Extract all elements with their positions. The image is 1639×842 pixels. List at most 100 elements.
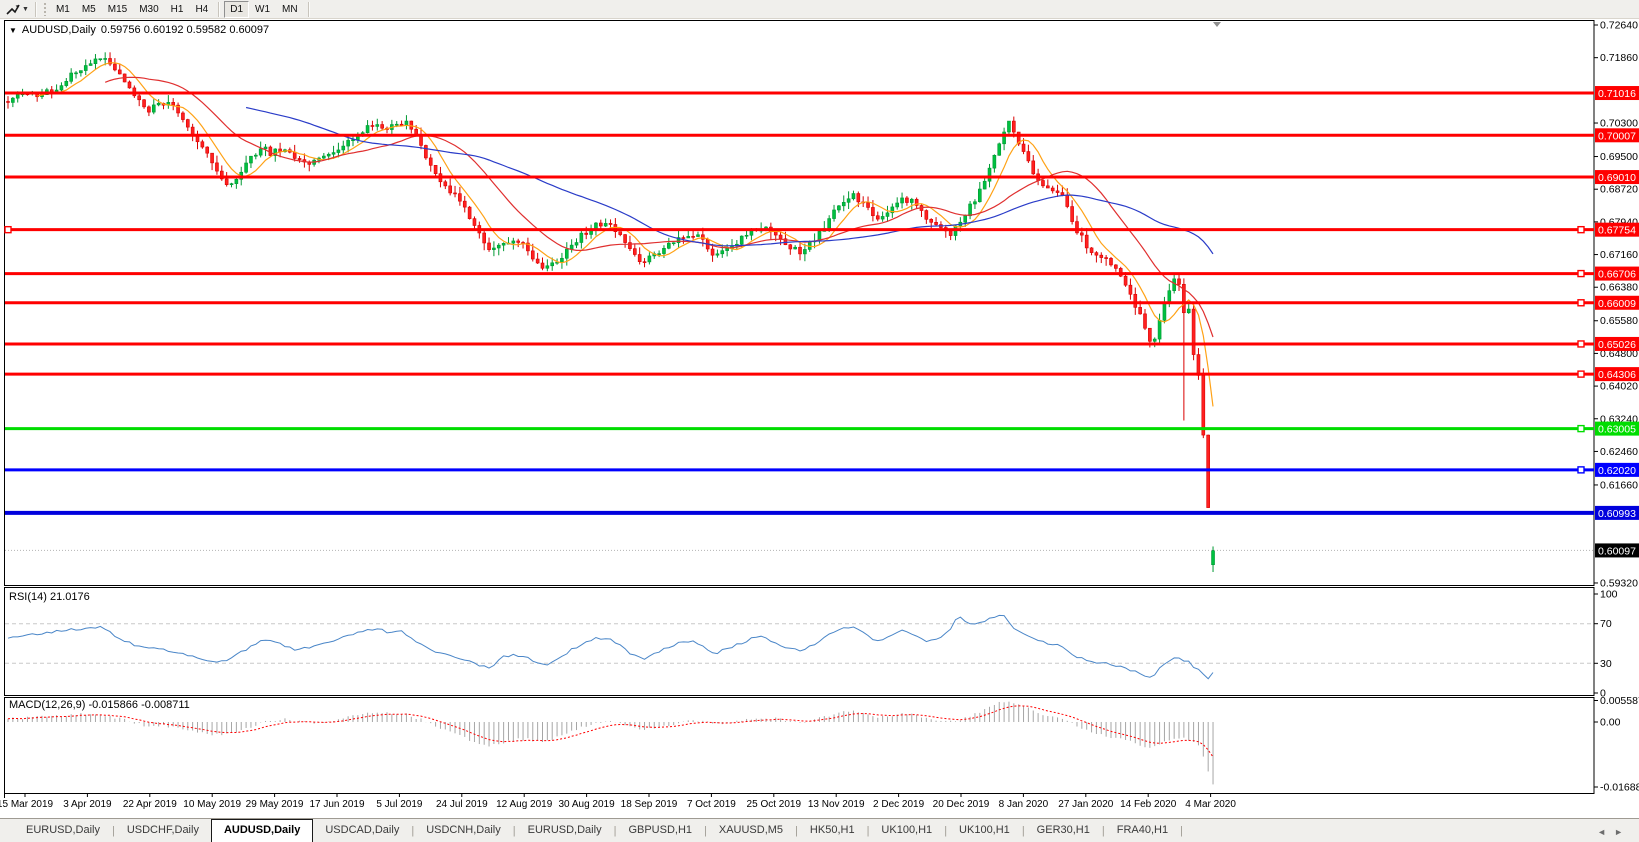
macd-panel[interactable] <box>5 698 1595 794</box>
price-tick-label: 0.71860 <box>1600 52 1638 64</box>
toolbar-separator <box>35 2 37 17</box>
chart-tool-icon[interactable] <box>4 2 22 17</box>
chart-tab-usdcnh-daily[interactable]: USDCNH,Daily <box>414 820 513 842</box>
chart-tab-fra40-h1[interactable]: FRA40,H1 <box>1105 820 1180 842</box>
chart-title: ▼ AUDUSD,Daily 0.59756 0.60192 0.59582 0… <box>9 24 269 36</box>
level-price-label-text: 0.70007 <box>1598 130 1636 142</box>
chart-tab-eurusd-daily[interactable]: EURUSD,Daily <box>516 820 614 842</box>
price-tick-label: 0.65580 <box>1600 315 1638 327</box>
price-tick-label: 0.61660 <box>1600 479 1638 491</box>
chart-symbol-label: AUDUSD,Daily <box>22 24 96 36</box>
level-price-label-text: 0.64306 <box>1598 369 1636 381</box>
date-tick-label: 25 Oct 2019 <box>747 799 802 810</box>
level-drag-handle[interactable] <box>1578 426 1584 432</box>
rsi-tick-label: 100 <box>1600 589 1618 601</box>
date-tick-label: 12 Aug 2019 <box>496 799 553 810</box>
collapse-caret-icon[interactable]: ▼ <box>9 26 17 35</box>
level-drag-handle[interactable] <box>1578 341 1584 347</box>
level-drag-handle[interactable] <box>5 227 11 233</box>
date-tick-label: 7 Oct 2019 <box>687 799 736 810</box>
price-tick-label: 0.70300 <box>1600 118 1638 130</box>
toolbar-dropdown-caret-icon[interactable]: ▼ <box>22 6 29 13</box>
timeframe-button-h4[interactable]: H4 <box>189 1 214 18</box>
rsi-indicator-label: RSI(14) 21.0176 <box>9 591 90 603</box>
date-tick-label: 30 Aug 2019 <box>559 799 616 810</box>
level-price-label-text: 0.71016 <box>1598 88 1636 100</box>
date-tick-label: 17 Jun 2019 <box>309 799 364 810</box>
timeframe-button-m15[interactable]: M15 <box>102 1 133 18</box>
date-tick-label: 29 May 2019 <box>246 799 304 810</box>
macd-indicator-label: MACD(12,26,9) -0.015866 -0.008711 <box>9 699 190 711</box>
rsi-tick-label: 30 <box>1600 658 1612 670</box>
chart-ohlc-values: 0.59756 0.60192 0.59582 0.60097 <box>101 24 269 36</box>
level-price-label-text: 0.67754 <box>1598 225 1636 237</box>
date-tick-label: 18 Sep 2019 <box>621 799 678 810</box>
tab-scroll-left-icon: ◄ <box>1597 827 1614 837</box>
chart-tab-usdchf-daily[interactable]: USDCHF,Daily <box>115 820 211 842</box>
level-price-label-text: 0.66009 <box>1598 298 1636 310</box>
level-drag-handle[interactable] <box>1578 371 1584 377</box>
chart-tab-uk100-h1[interactable]: UK100,H1 <box>947 820 1022 842</box>
current-price-label-text: 0.60097 <box>1598 545 1636 557</box>
date-tick-label: 14 Feb 2020 <box>1120 799 1177 810</box>
date-tick-label: 22 Apr 2019 <box>123 799 177 810</box>
level-price-label-text: 0.62020 <box>1598 465 1636 477</box>
chart-canvas[interactable]: 0.726400.718600.703000.695000.687200.679… <box>0 0 1639 818</box>
chart-tab-hk50-h1[interactable]: HK50,H1 <box>798 820 867 842</box>
tab-separator: | <box>1180 821 1183 842</box>
tab-scroll-arrows[interactable]: ◄► <box>1597 827 1631 837</box>
date-tick-label: 10 May 2019 <box>183 799 241 810</box>
level-drag-handle[interactable] <box>1578 271 1584 277</box>
level-price-label-text: 0.60993 <box>1598 508 1636 520</box>
timeframe-button-d1[interactable]: D1 <box>224 1 249 18</box>
toolbar-separator <box>218 2 220 17</box>
toolbar-separator <box>308 2 310 17</box>
date-tick-label: 27 Jan 2020 <box>1058 799 1113 810</box>
chart-tab-bar: EURUSD,Daily|USDCHF,DailyAUDUSD,DailyUSD… <box>0 818 1639 842</box>
level-drag-handle[interactable] <box>1578 227 1584 233</box>
chart-tab-uk100-h1[interactable]: UK100,H1 <box>869 820 944 842</box>
chart-tab-ger30-h1[interactable]: GER30,H1 <box>1025 820 1102 842</box>
date-tick-label: 4 Mar 2020 <box>1185 799 1236 810</box>
level-price-label-text: 0.66706 <box>1598 269 1636 281</box>
toolbar-grip-handle[interactable] <box>44 3 47 16</box>
macd-tick-label: 0.005587 <box>1600 695 1639 707</box>
date-tick-label: 5 Jul 2019 <box>376 799 423 810</box>
toolbar: ▼ M1M5M15M30H1H4 D1W1MN <box>0 0 1639 19</box>
price-tick-label: 0.67160 <box>1600 249 1638 261</box>
date-tick-label: 2 Dec 2019 <box>873 799 925 810</box>
date-tick-label: 15 Mar 2019 <box>0 799 54 810</box>
price-tick-label: 0.69500 <box>1600 151 1638 163</box>
rsi-panel[interactable] <box>5 588 1595 696</box>
timeframe-button-m30[interactable]: M30 <box>133 1 164 18</box>
macd-tick-label: 0.00 <box>1600 717 1621 729</box>
date-tick-label: 24 Jul 2019 <box>436 799 488 810</box>
level-drag-handle[interactable] <box>1578 300 1584 306</box>
chart-tab-usdcad-daily[interactable]: USDCAD,Daily <box>313 820 411 842</box>
timeframe-button-w1[interactable]: W1 <box>249 1 276 18</box>
date-tick-label: 13 Nov 2019 <box>808 799 865 810</box>
chart-tab-audusd-daily[interactable]: AUDUSD,Daily <box>211 819 313 842</box>
price-tick-label: 0.66380 <box>1600 282 1638 294</box>
level-price-label-text: 0.65026 <box>1598 339 1636 351</box>
chart-tab-gbpusd-h1[interactable]: GBPUSD,H1 <box>616 820 704 842</box>
timeframe-button-m5[interactable]: M5 <box>76 1 102 18</box>
timeframe-button-mn[interactable]: MN <box>276 1 304 18</box>
date-tick-label: 20 Dec 2019 <box>933 799 990 810</box>
tab-scroll-right-icon: ► <box>1614 827 1631 837</box>
date-tick-label: 8 Jan 2020 <box>999 799 1049 810</box>
chart-tab-eurusd-daily[interactable]: EURUSD,Daily <box>14 820 112 842</box>
rsi-tick-label: 70 <box>1600 618 1612 630</box>
price-tick-label: 0.72640 <box>1600 20 1638 32</box>
timeframe-button-m1[interactable]: M1 <box>50 1 76 18</box>
macd-tick-label: -0.016887 <box>1600 781 1639 793</box>
price-tick-label: 0.62460 <box>1600 446 1638 458</box>
level-drag-handle[interactable] <box>1578 467 1584 473</box>
level-price-label-text: 0.69010 <box>1598 172 1636 184</box>
timeframe-button-h1[interactable]: H1 <box>165 1 190 18</box>
price-tick-label: 0.64020 <box>1600 381 1638 393</box>
level-price-label-text: 0.63005 <box>1598 424 1636 436</box>
date-tick-label: 3 Apr 2019 <box>63 799 112 810</box>
price-tick-label: 0.68720 <box>1600 184 1638 196</box>
chart-tab-xauusd-m5[interactable]: XAUUSD,M5 <box>707 820 795 842</box>
